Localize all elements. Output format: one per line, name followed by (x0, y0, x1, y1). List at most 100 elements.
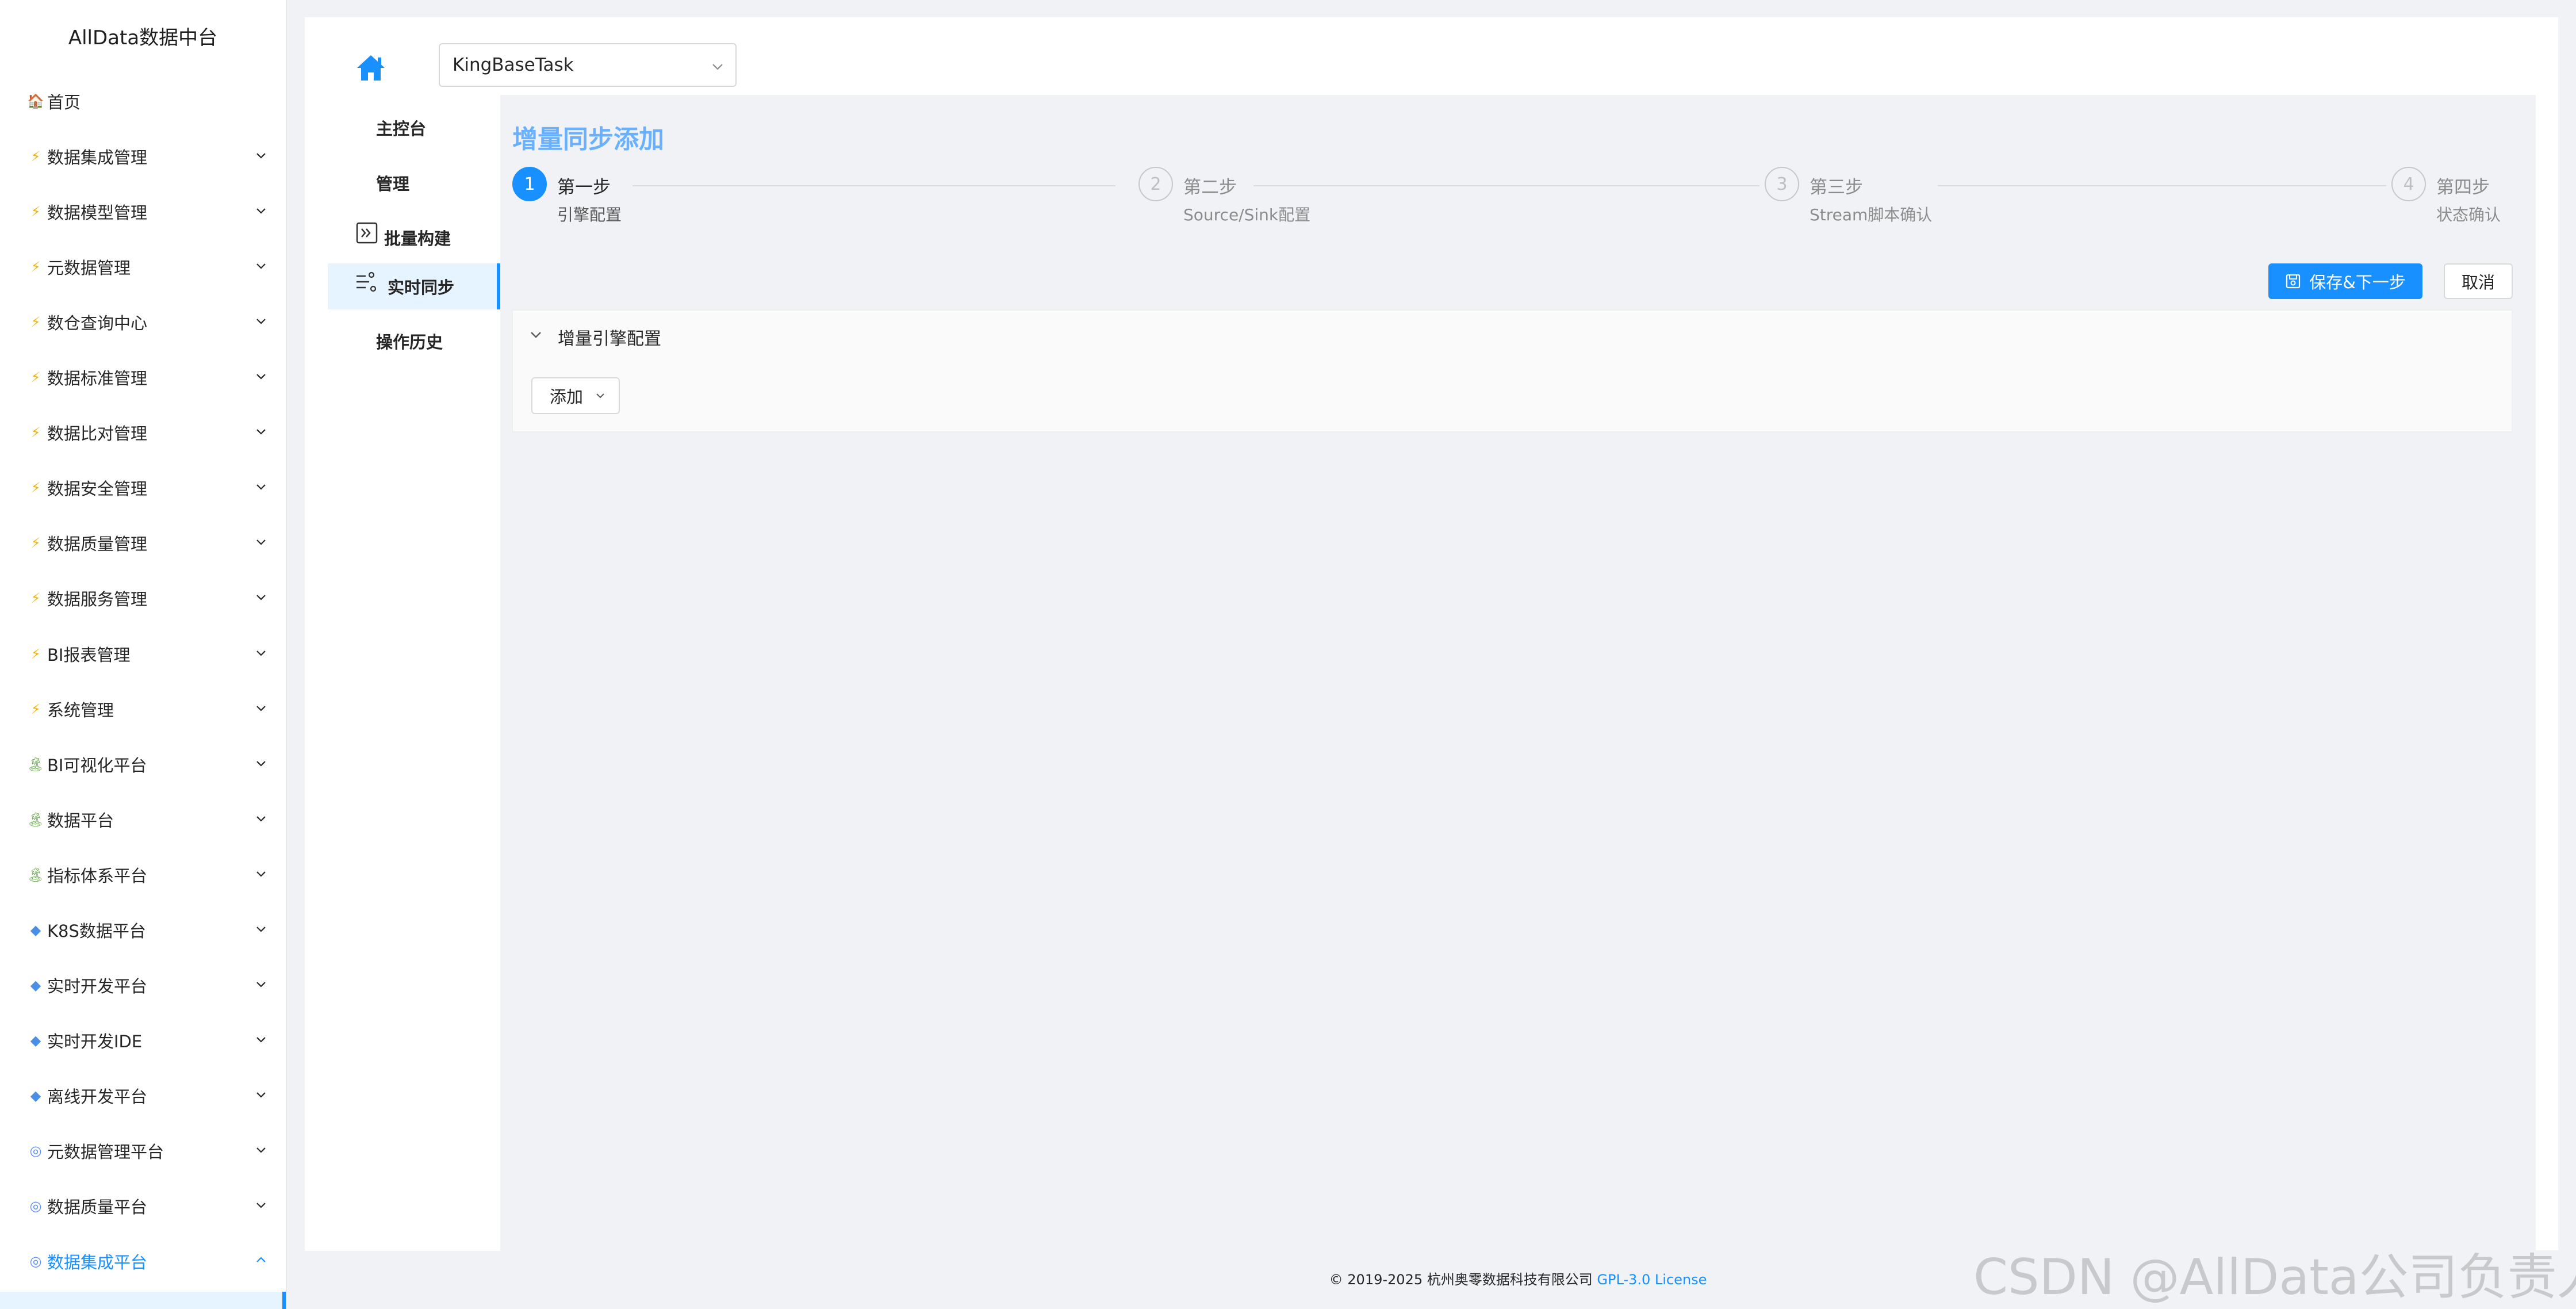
sidebar-item-15[interactable]: ◆ K8S数据平台 (0, 902, 286, 958)
sidebar-submenu-active-item[interactable] (0, 1292, 286, 1309)
sidebar-item-17[interactable]: ◆ 实时开发IDE (0, 1013, 286, 1068)
gem-icon: ◆ (30, 922, 41, 938)
sidebar-item-label: 数据平台 (47, 811, 114, 830)
watermark: CSDN @AllData公司负责人 (1973, 1249, 2576, 1306)
sidebar-item-label: 数据标准管理 (47, 369, 148, 388)
subnav-item-manage[interactable]: 管理 (305, 160, 500, 206)
gem-icon: ◆ (30, 977, 41, 993)
task-select[interactable]: KingBaseTask (439, 43, 737, 87)
sidebar-item-4[interactable]: ⚡ 数仓查询中心 (0, 294, 286, 350)
home-icon[interactable] (355, 53, 387, 83)
home-emoji-icon: 🏠 (27, 93, 44, 109)
sidebar-item-label: 数据服务管理 (47, 590, 148, 609)
cancel-button[interactable]: 取消 (2444, 263, 2513, 299)
sidebar-item-14[interactable]: 🏝 指标体系平台 (0, 847, 286, 902)
sidebar-item-label: 数据安全管理 (47, 479, 148, 499)
bolt-icon: ⚡ (30, 535, 41, 551)
sidebar-item-label: 实时开发IDE (47, 1032, 143, 1051)
chevron-down-icon (256, 539, 266, 545)
step-description: 引擎配置 (557, 205, 622, 224)
sidebar-item-1[interactable]: ⚡ 数据集成管理 (0, 129, 286, 184)
license-link[interactable]: GPL-3.0 License (1597, 1272, 1707, 1288)
chevron-down-icon (256, 263, 266, 269)
subnav-item-label: 管理 (376, 174, 410, 194)
page-title: 增量同步添加 (512, 125, 664, 154)
bolt-icon: ⚡ (30, 480, 41, 496)
sidebar-item-6[interactable]: ⚡ 数据比对管理 (0, 405, 286, 460)
panel-title: 增量引擎配置 (558, 329, 661, 349)
step-description: Source/Sink配置 (1183, 205, 1311, 224)
sidebar-item-11[interactable]: ⚡ 系统管理 (0, 682, 286, 737)
chevron-down-icon (256, 871, 266, 877)
content-area (500, 95, 2536, 1251)
bolt-icon: ⚡ (30, 590, 41, 606)
chevron-down-icon (256, 319, 266, 324)
sidebar-active-indicator (282, 1292, 286, 1309)
database-icon: ◎ (29, 1143, 42, 1159)
chevron-down-icon (256, 761, 266, 767)
sidebar-item-label: 数据质量平台 (47, 1197, 148, 1217)
sidebar-item-19[interactable]: ◎ 元数据管理平台 (0, 1123, 286, 1178)
step-description: Stream脚本确认 (1810, 205, 1933, 224)
add-dropdown-button[interactable]: 添加 (531, 377, 620, 414)
sidebar-item-10[interactable]: ⚡ BI报表管理 (0, 626, 286, 682)
sidebar-item-label: 数仓查询中心 (47, 313, 148, 333)
sidebar-item-label: BI报表管理 (47, 645, 131, 665)
footer-copyright: © 2019-2025 杭州奥零数据科技有限公司 (1329, 1272, 1593, 1288)
sidebar-item-2[interactable]: ⚡ 数据模型管理 (0, 184, 286, 239)
sidebar-item-5[interactable]: ⚡ 数据标准管理 (0, 350, 286, 405)
sidebar-item-18[interactable]: ◆ 离线开发平台 (0, 1068, 286, 1123)
save-next-button[interactable]: 保存&下一步 (2268, 263, 2422, 299)
step-number: 4 (2391, 167, 2426, 201)
sidebar-item-label: BI可视化平台 (47, 756, 147, 775)
secondary-nav: 主控台 管理 批量构建 实时同步 操作历史 (305, 95, 500, 1251)
gem-icon: ◆ (30, 1032, 41, 1048)
sidebar-item-label: 数据集成管理 (47, 148, 148, 167)
sidebar-item-label: 实时开发平台 (47, 977, 148, 996)
chevron-down-icon (256, 706, 266, 711)
step-title: 第一步 (557, 177, 611, 198)
sidebar-item-label: K8S数据平台 (47, 921, 146, 941)
sidebar-item-9[interactable]: ⚡ 数据服务管理 (0, 571, 286, 626)
sidebar-item-label: 数据质量管理 (47, 534, 148, 554)
chevron-down-icon (256, 982, 266, 988)
batch-icon (356, 222, 378, 244)
sidebar-item-8[interactable]: ⚡ 数据质量管理 (0, 515, 286, 571)
sidebar-item-16[interactable]: ◆ 实时开发平台 (0, 958, 286, 1013)
task-select-value: KingBaseTask (453, 55, 574, 75)
step-connector (632, 185, 1116, 186)
subnav-item-label: 批量构建 (384, 229, 451, 248)
save-next-label: 保存&下一步 (2309, 273, 2406, 292)
subnav-item-history[interactable]: 操作历史 (305, 318, 500, 364)
sidebar-item-13[interactable]: 🏝 数据平台 (0, 792, 286, 847)
step-number: 1 (512, 167, 547, 201)
sidebar-item-label: 元数据管理平台 (47, 1142, 164, 1162)
step-title: 第三步 (1810, 177, 1863, 198)
sidebar-item-12[interactable]: 🏝 BI可视化平台 (0, 737, 286, 792)
subnav-item-batch-build[interactable]: 批量构建 (305, 215, 500, 261)
chevron-down-icon (256, 1203, 266, 1208)
sidebar-item-0[interactable]: 🏠 首页 (0, 74, 286, 129)
tree-icon: 🏝 (26, 812, 45, 828)
tree-icon: 🏝 (26, 756, 45, 772)
bolt-icon: ⚡ (30, 646, 41, 662)
chevron-up-icon (256, 1257, 266, 1262)
sidebar-item-7[interactable]: ⚡ 数据安全管理 (0, 460, 286, 515)
panel-header[interactable]: 增量引擎配置 (513, 311, 2512, 359)
sidebar-item-label: 首页 (47, 93, 81, 112)
sidebar-item-label: 离线开发平台 (47, 1087, 148, 1107)
subnav-item-console[interactable]: 主控台 (305, 105, 500, 151)
gem-icon: ◆ (30, 1088, 41, 1104)
sidebar: AllData数据中台 🏠 首页 ⚡ 数据集成管理 ⚡ 数据模型管理 ⚡ 元数据管理 ⚡ 数仓查询… (0, 0, 287, 1309)
chevron-down-icon (256, 208, 266, 214)
subnav-item-label: 主控台 (376, 119, 427, 139)
chevron-down-icon (256, 153, 266, 159)
sidebar-item-label: 数据模型管理 (47, 203, 148, 223)
chevron-down-icon (256, 927, 266, 932)
sidebar-item-label: 系统管理 (47, 701, 114, 720)
save-icon (2286, 274, 2301, 289)
sidebar-item-20[interactable]: ◎ 数据质量平台 (0, 1178, 286, 1234)
sidebar-item-3[interactable]: ⚡ 元数据管理 (0, 239, 286, 294)
subnav-item-realtime-sync[interactable]: 实时同步 (328, 263, 500, 309)
chevron-down-icon (256, 1037, 266, 1043)
